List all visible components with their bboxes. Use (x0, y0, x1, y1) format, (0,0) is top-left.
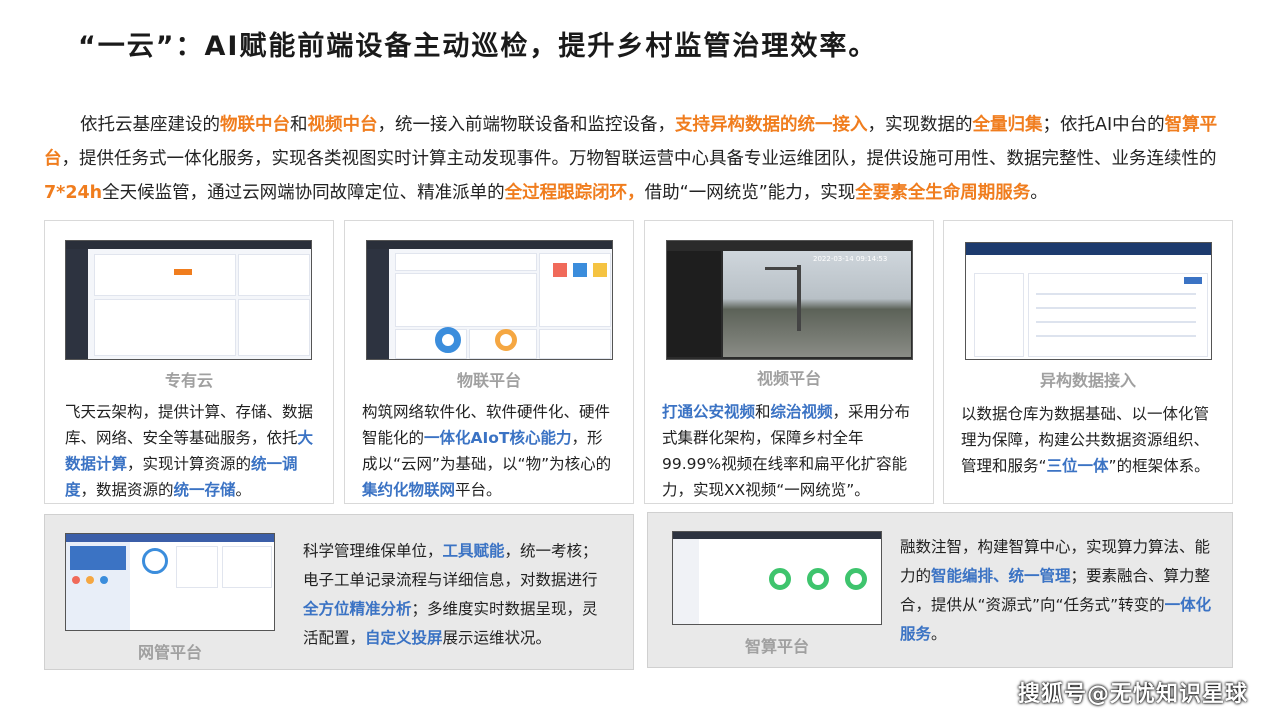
body-text: ，实现计算资源的 (127, 455, 252, 473)
private-cloud-screenshot (65, 240, 312, 360)
highlight-text: 自定义投屏 (365, 629, 443, 647)
hetero-data-description: 以数据仓库为数据基础、以一体化管理为保障，构建公共数据资源组织、管理和服务“三位… (961, 401, 1217, 479)
highlight-text: 智能编排、统一管理 (931, 567, 1071, 585)
body-text: ”的框架体系。 (1108, 457, 1210, 475)
highlight-text: 三位一体 (1046, 457, 1109, 475)
network-mgmt-screenshot (65, 533, 275, 631)
compute-platform-caption: 智算平台 (744, 637, 809, 656)
video-platform-caption: 视频平台 (756, 369, 821, 388)
body-text: 全天候监管，通过云网端协同故障定位、精准派单的 (102, 183, 505, 203)
network-mgmt-description: 科学管理维保单位，工具赋能，统一考核；电子工单记录流程与详细信息，对数据进行全方… (303, 537, 613, 653)
body-text: ，实现数据的 (867, 115, 973, 135)
network-mgmt-caption: 网管平台 (137, 643, 202, 662)
body-text: 和 (290, 115, 308, 135)
body-text: 科学管理维保单位， (303, 542, 443, 560)
highlight-text: 工具赋能 (442, 542, 505, 560)
highlight-text: 一体化AIoT核心能力 (424, 429, 572, 447)
highlight-text: 打通公安视频 (662, 403, 756, 421)
body-text: 和 (755, 403, 771, 421)
body-text: 。 (1030, 183, 1048, 203)
body-text: ；依托AI中台的 (1042, 115, 1165, 135)
highlight-text: 统一存储 (173, 481, 236, 499)
video-timestamp: 2022-03-14 09:14:53 (813, 255, 888, 263)
body-text: 。 (235, 481, 252, 499)
highlight-text: 全要素全生命周期服务 (855, 183, 1031, 203)
iot-platform-screenshot (366, 240, 613, 360)
highlight-text: 视频中台 (307, 115, 378, 135)
watermark: 搜狐号@无忧知识星球 (1017, 682, 1248, 707)
page-title: “一云”：AI赋能前端设备主动巡检，提升乡村监管治理效率。 (78, 31, 878, 62)
compute-platform-description: 融数注智，构建智算中心，实现算力算法、能力的智能编排、统一管理；要素融合、算力整… (900, 533, 1214, 649)
card-network-mgmt: 网管平台 科学管理维保单位，工具赋能，统一考核；电子工单记录流程与详细信息，对数… (44, 514, 634, 670)
card-private-cloud: 专有云 飞天云架构，提供计算、存储、数据库、网络、安全等基础服务，依托大数据计算… (44, 220, 334, 504)
card-video-platform: 2022-03-14 09:14:53 视频平台 打通公安视频和综治视频，采用分… (644, 220, 934, 504)
video-platform-screenshot: 2022-03-14 09:14:53 (666, 240, 913, 360)
body-text: ，提供任务式一体化服务，实现各类视图实时计算主动发现事件。万物智联运营中心具备专… (61, 149, 1217, 169)
highlight-text: 7*24h (44, 183, 103, 203)
body-text: 平台。 (455, 481, 502, 499)
highlight-text: 综治视频 (770, 403, 833, 421)
body-text: 依托云基座建设的 (80, 115, 220, 135)
body-text: ，统一接入前端物联设备和监控设备， (377, 115, 676, 135)
body-text: 借助“一网统览”能力，实现 (644, 183, 856, 203)
highlight-text: 物联中台 (220, 115, 290, 135)
compute-platform-screenshot (672, 531, 882, 625)
highlight-text: 全方位精准分析 (303, 600, 412, 618)
body-text: ，数据资源的 (80, 481, 174, 499)
card-compute-platform: 智算平台 融数注智，构建智算中心，实现算力算法、能力的智能编排、统一管理；要素融… (647, 512, 1233, 668)
iot-platform-caption: 物联平台 (456, 371, 521, 390)
hetero-data-caption: 异构数据接入 (1039, 371, 1136, 390)
hetero-data-screenshot (965, 242, 1212, 360)
highlight-text: 全量归集 (972, 115, 1043, 135)
private-cloud-caption: 专有云 (164, 371, 213, 390)
highlight-text: 支持异构数据的统一接入 (675, 115, 868, 135)
intro-paragraph: 依托云基座建设的物联中台和视频中台，统一接入前端物联设备和监控设备，支持异构数据… (44, 108, 1240, 210)
private-cloud-description: 飞天云架构，提供计算、存储、数据库、网络、安全等基础服务，依托大数据计算，实现计… (65, 399, 315, 503)
video-platform-description: 打通公安视频和综治视频，采用分布式集群化架构，保障乡村全年99.99%视频在线率… (662, 399, 918, 503)
body-text: 展示运维状况。 (442, 629, 552, 647)
body-text: 飞天云架构，提供计算、存储、数据库、网络、安全等基础服务，依托 (65, 403, 314, 447)
highlight-text: 集约化物联网 (362, 481, 456, 499)
card-iot-platform: 物联平台 构筑网络软件化、软件硬件化、硬件智能化的一体化AIoT核心能力，形成以… (344, 220, 634, 504)
iot-platform-description: 构筑网络软件化、软件硬件化、硬件智能化的一体化AIoT核心能力，形成以“云网”为… (362, 399, 618, 503)
highlight-text: 全过程跟踪闭环， (504, 183, 645, 203)
body-text: 。 (931, 625, 947, 643)
card-hetero-data: 异构数据接入 以数据仓库为数据基础、以一体化管理为保障，构建公共数据资源组织、管… (943, 220, 1233, 504)
